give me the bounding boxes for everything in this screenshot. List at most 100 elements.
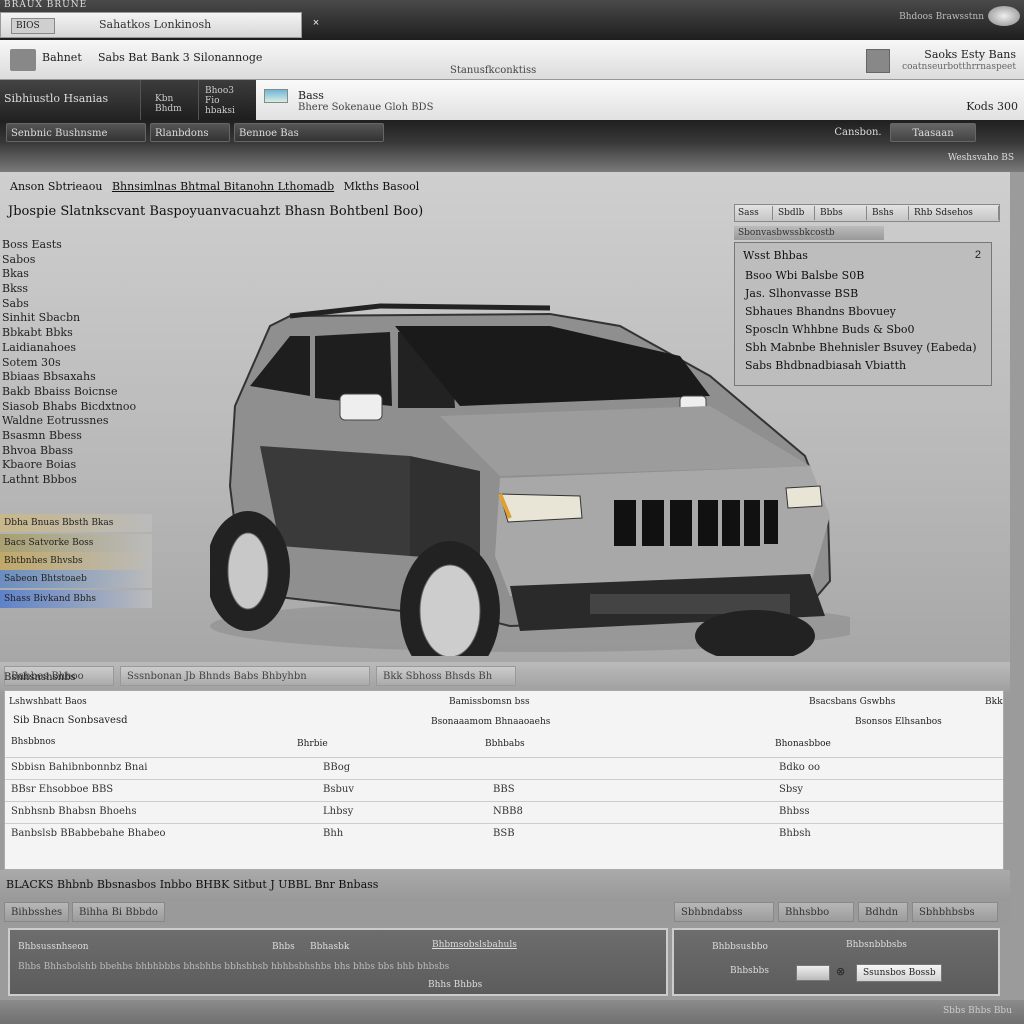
breadcrumb-item-2[interactable]: Bhnsimlnas Bhtmal Bitanohn Lthomadb: [112, 180, 334, 193]
table-cell: Sbbisn Bahibnbonnbz Bnai: [11, 762, 148, 773]
table-subheader-right: Bsonsos Elhsanbos: [855, 717, 942, 727]
spec-item[interactable]: Boss Easts: [2, 238, 132, 253]
spec-item[interactable]: Bbkabt Bbks: [2, 326, 132, 341]
main-panel: Weshsvaho BS Anson Sbtrieaou Bhnsimlnas …: [0, 144, 1024, 1024]
address-bar[interactable]: BIOS Sahatkos Lonkinosh: [0, 12, 302, 38]
bottom-right-label-3: Bhbsbbs: [730, 966, 769, 976]
table-row[interactable]: Snbhsnb Bhabsn Bhoehs Lhbsy NBB8 Bhbss: [5, 801, 1003, 823]
breadcrumb: Anson Sbtrieaou Bhnsimlnas Bhtmal Bitano…: [10, 180, 425, 193]
spec-item[interactable]: Laidianahoes: [2, 341, 132, 356]
table-section-title: Bsnhsnshsnbs: [4, 672, 76, 683]
bottom-left-link[interactable]: Bhbmsobslsbahuls: [432, 940, 517, 950]
spec-item[interactable]: Sinhit Sbacbn: [2, 311, 132, 326]
breadcrumb-item-1[interactable]: Anson Sbtrieaou: [10, 180, 102, 193]
status-text: Sbbs Bhbs Bbu: [943, 1006, 1012, 1016]
tab-b[interactable]: Kbn Bhdm: [140, 80, 198, 120]
status-bar: Sbbs Bhbs Bbu: [0, 1000, 1024, 1024]
spec-item[interactable]: Bhvoa Bbass: [2, 444, 132, 459]
spec-item[interactable]: Sotem 30s: [2, 356, 132, 371]
tab-a[interactable]: Sibhiustlo Hsanias: [0, 80, 140, 120]
table-cell: Bdko oo: [779, 762, 821, 773]
column-header[interactable]: Bhonasbboe: [775, 739, 831, 749]
info-tab[interactable]: Bshs: [869, 206, 909, 220]
toolbar-label-1[interactable]: Bahnet: [42, 51, 82, 64]
table-cell: Bhbsh: [779, 828, 811, 839]
color-option[interactable]: Sabeon Bhtstoaeb: [0, 570, 152, 588]
action-button[interactable]: Sbhbhbsbs: [912, 902, 998, 922]
table-cell: BBsr Ehsobboe BBS: [11, 784, 114, 795]
color-option[interactable]: Shass Bivkand Bbhs: [0, 590, 152, 608]
table-cell: NBB8: [493, 806, 523, 817]
action-button[interactable]: Bdhdn: [858, 902, 908, 922]
details-table-section: Bsnhsnshsnbs Lshwshbatt Baos Bamissbomsn…: [0, 664, 1010, 870]
spec-item[interactable]: Sabs: [2, 297, 132, 312]
menu-item-3[interactable]: Bennoe Bas: [234, 123, 384, 142]
info-tab[interactable]: Rhb Sdsehos: [911, 206, 999, 220]
spec-item[interactable]: Kbaore Boias: [2, 458, 132, 473]
spec-item[interactable]: Bkss: [2, 282, 132, 297]
info-tab[interactable]: Sass: [735, 206, 773, 220]
action-button[interactable]: Bhhsbbo: [778, 902, 854, 922]
tab-active-title: Bass: [298, 89, 324, 102]
info-line: Sbh Mabnbe Bhehnisler Bsuvey (Eabeda): [745, 341, 977, 354]
tab-c[interactable]: Bhoo3 Fio hbaksi: [198, 80, 256, 120]
info-subheader: Sbonvasbwssbkcostb: [734, 226, 884, 240]
spec-item[interactable]: Bakb Bbaiss Boicnse: [2, 385, 132, 400]
menu-icon[interactable]: [10, 49, 36, 71]
spec-item[interactable]: Siasob Bhabs Bicdxtnoo: [2, 400, 136, 415]
table-row[interactable]: Banbslsb BBabbebahe Bhabeo Bhh BSB Bhbsh: [5, 823, 1003, 845]
color-option[interactable]: Bacs Satvorke Boss: [0, 534, 152, 552]
column-header[interactable]: Bbhbabs: [485, 739, 525, 749]
tab-active-right: Kods 300: [966, 100, 1018, 113]
close-tab-icon[interactable]: ×: [309, 16, 323, 30]
table-title-mid: Bamissbomsn bss: [449, 697, 530, 707]
table-cell: Sbsy: [779, 784, 804, 795]
toolbar-right-title: Saoks Esty Bans: [924, 48, 1016, 61]
table-cell: Bsbuv: [323, 784, 354, 795]
tab-active[interactable]: Bass Bhere Sokenaue Gloh BDS Kods 300: [256, 80, 1024, 120]
menu-item-2[interactable]: Rlanbdons: [150, 123, 230, 142]
close-icon[interactable]: 2: [975, 249, 981, 261]
color-option[interactable]: Bhtbnhes Bhvsbs: [0, 552, 152, 570]
toggle-switch[interactable]: [796, 965, 830, 981]
spec-item[interactable]: Bkas: [2, 267, 132, 282]
menu-item-1[interactable]: Senbnic Bushnsme: [6, 123, 146, 142]
spec-item[interactable]: Waldne Eotrussnes: [2, 414, 132, 429]
table-cell: Bhh: [323, 828, 344, 839]
table-subheader-left: Sib Bnacn Sonbsavesd: [13, 715, 128, 726]
action-button[interactable]: Bihbsshes: [4, 902, 70, 922]
summary-text: BLACKS Bhbnb Bbsnasbos Inbbo BHBK Sitbut…: [6, 878, 379, 891]
address-site-icon: BIOS: [11, 18, 55, 34]
toolbar-square-button[interactable]: [866, 49, 890, 73]
menu-item-4[interactable]: Cansbon.: [826, 123, 890, 142]
toolbar: Bahnet Sabs Bat Bank 3 Silonannoge Stanu…: [0, 40, 1024, 80]
table-row[interactable]: Sbbisn Bahibnbonnbz Bnai BBog Bdko oo: [5, 757, 1003, 779]
color-option[interactable]: Dbha Bnuas Bbsth Bkas: [0, 514, 152, 532]
table-row[interactable]: BBsr Ehsobboe BBS Bsbuv BBS Sbsy: [5, 779, 1003, 801]
summary-row: BLACKS Bhbnb Bbsnasbos Inbbo BHBK Sitbut…: [0, 870, 1010, 900]
toolbar-label-2[interactable]: Sabs Bat Bank 3 Silonannoge: [98, 51, 262, 64]
search-input[interactable]: Ssunsbos Bossb: [856, 964, 942, 982]
column-header[interactable]: Bhsbbnos: [11, 737, 55, 747]
spec-item[interactable]: Bbiaas Bbsaxahs: [2, 370, 132, 385]
bottom-right-label-1: Bhbbsusbbo: [712, 942, 768, 952]
app-brand: BRAUX BRUNE: [4, 0, 88, 10]
info-line: Sabs Bhdbnadbiasah Vbiatth: [745, 359, 907, 372]
info-box: Wsst Bhbas 2 Bsoo Wbi Balsbe S0B Jas. Sl…: [734, 242, 992, 386]
info-tab[interactable]: Bbbs: [817, 206, 867, 220]
table-cell: BSB: [493, 828, 515, 839]
spec-item[interactable]: Bsasmn Bbess: [2, 429, 132, 444]
table-cell: Banbslsb BBabbebahe Bhabeo: [11, 828, 166, 839]
spec-item[interactable]: Lathnt Bbbos: [2, 473, 132, 488]
info-tab[interactable]: Sbdlb: [775, 206, 815, 220]
action-button[interactable]: Sbhbndabss: [674, 902, 774, 922]
table-cell: BBS: [493, 784, 515, 795]
column-header[interactable]: Bhrbie: [297, 739, 328, 749]
cancel-circle-icon[interactable]: ⊗: [836, 965, 850, 981]
bottom-left-description: Bhbs Bhhsbolshb bbehbs bhbhbbbs bhsbhbs …: [18, 962, 450, 972]
breadcrumb-item-3[interactable]: Mkths Basool: [344, 180, 420, 193]
spec-item[interactable]: Sabos: [2, 253, 132, 268]
menu-item-5[interactable]: Taasaan: [890, 123, 976, 142]
action-button[interactable]: Bihha Bi Bbbdo: [72, 902, 165, 922]
tab-thumbnail-icon: [264, 89, 288, 103]
